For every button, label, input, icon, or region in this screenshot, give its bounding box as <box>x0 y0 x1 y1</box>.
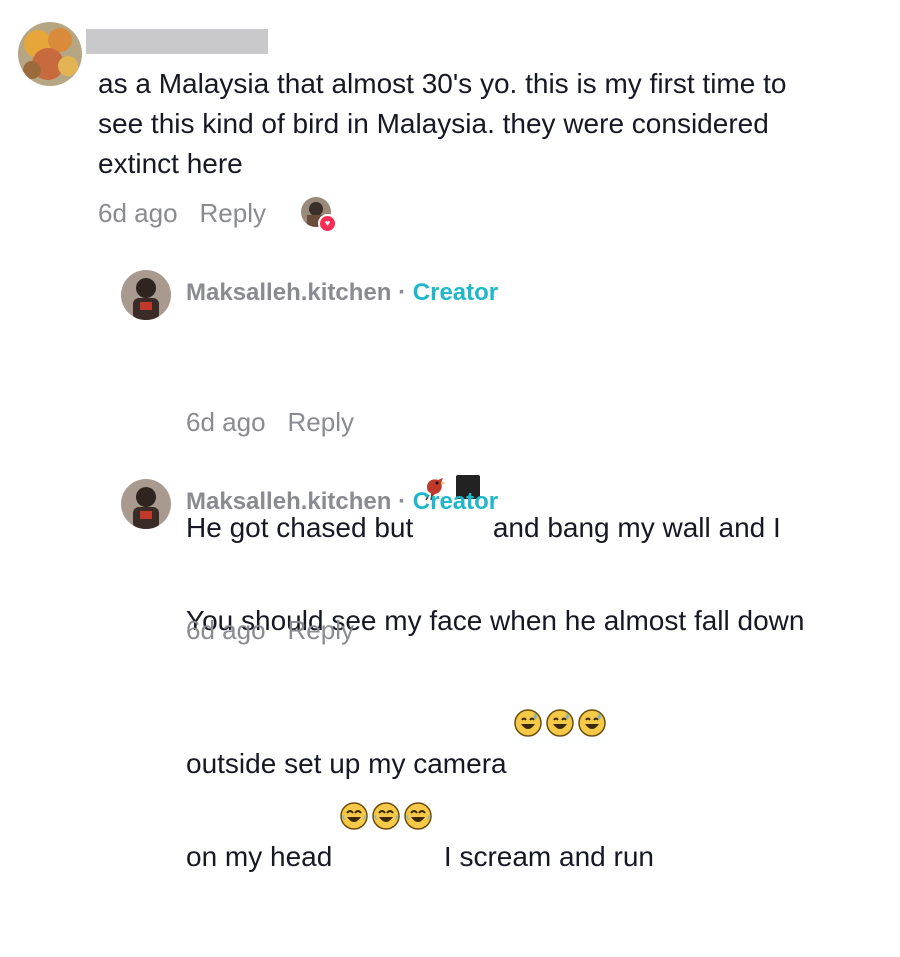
reply-comment-1: Maksalleh.kitchen · Creator He got chase… <box>0 250 900 779</box>
timestamp: 6d ago <box>98 198 178 228</box>
comment-meta: 6d ago Reply <box>98 198 266 229</box>
comment-text-line-2: on my head I scream and run <box>186 721 804 877</box>
joy-emoji <box>340 721 368 830</box>
joy-emoji <box>404 721 432 830</box>
comment-meta: 6d ago Reply <box>186 407 354 438</box>
comment-meta: 6d ago Reply <box>186 615 354 646</box>
bird-emoji <box>421 392 449 501</box>
separator-dot: · <box>398 488 407 515</box>
reply-button[interactable]: Reply <box>288 615 354 645</box>
black-square-emoji <box>453 392 481 499</box>
timestamp: 6d ago <box>186 407 266 437</box>
timestamp: 6d ago <box>186 615 266 645</box>
reply-button[interactable]: Reply <box>200 198 266 228</box>
reply-button[interactable]: Reply <box>288 407 354 437</box>
username-redacted[interactable] <box>86 29 268 54</box>
creator-badge: Creator <box>412 488 499 515</box>
comment-text: You should see my face when he almost fa… <box>186 521 804 957</box>
username-line: Maksalleh.kitchen · Creator <box>186 488 498 516</box>
avatar[interactable] <box>18 22 82 86</box>
username[interactable]: Maksalleh.kitchen <box>186 279 391 306</box>
joy-emoji <box>372 721 400 830</box>
comment-1: as a Malaysia that almost 30's yo. this … <box>0 0 900 250</box>
creator-badge: Creator <box>412 279 499 306</box>
separator-dot: · <box>398 279 407 306</box>
username-line: Maksalleh.kitchen · Creator <box>186 279 498 307</box>
text-segment: on my head <box>186 841 333 872</box>
text-segment: I scream and run <box>443 841 654 872</box>
comment-text: as a Malaysia that almost 30's yo. this … <box>98 68 787 179</box>
heart-icon: ♥ <box>318 214 337 233</box>
avatar[interactable] <box>121 270 171 320</box>
avatar[interactable] <box>121 479 171 529</box>
reply-comment-2: Maksalleh.kitchen · Creator You should s… <box>0 458 900 872</box>
username[interactable]: Maksalleh.kitchen <box>186 488 391 515</box>
